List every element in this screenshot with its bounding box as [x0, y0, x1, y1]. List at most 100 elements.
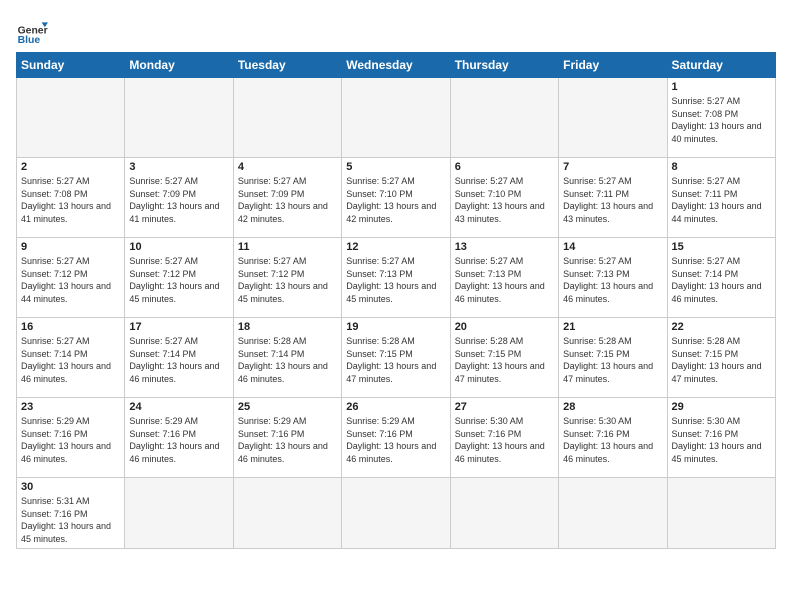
calendar-table: SundayMondayTuesdayWednesdayThursdayFrid… [16, 52, 776, 549]
calendar-cell [233, 78, 341, 158]
calendar-cell: 9 Sunrise: 5:27 AMSunset: 7:12 PMDaylight… [17, 238, 125, 318]
day-number: 12 [346, 241, 445, 253]
logo: General Blue [16, 16, 48, 48]
calendar-week-row: 23Sunrise: 5:29 AMSunset: 7:16 PMDayligh… [17, 398, 776, 478]
day-number: 25 [238, 401, 337, 413]
calendar-cell: 28Sunrise: 5:30 AMSunset: 7:16 PMDayligh… [559, 398, 667, 478]
day-number: 15 [672, 241, 771, 253]
day-info: Sunrise: 5:28 AMSunset: 7:15 PMDaylight:… [346, 335, 445, 385]
calendar-cell [17, 78, 125, 158]
day-info: Sunrise: 5:27 AMSunset: 7:08 PMDaylight:… [21, 175, 120, 225]
calendar-week-row: 2 Sunrise: 5:27 AMSunset: 7:08 PMDaylight… [17, 158, 776, 238]
day-number: 2 [21, 161, 120, 173]
calendar-week-row: 16Sunrise: 5:27 AMSunset: 7:14 PMDayligh… [17, 318, 776, 398]
day-number: 1 [672, 81, 771, 93]
logo-icon: General Blue [16, 16, 48, 48]
weekday-header-tuesday: Tuesday [233, 53, 341, 78]
calendar-cell [450, 478, 558, 549]
day-number: 20 [455, 321, 554, 333]
day-number: 17 [129, 321, 228, 333]
calendar-cell [125, 78, 233, 158]
calendar-cell: 30 Sunrise: 5:31 AMSunset: 7:16 PMDayligh… [17, 478, 125, 549]
calendar-header: General Blue [16, 16, 776, 48]
day-info: Sunrise: 5:29 AMSunset: 7:16 PMDaylight:… [238, 415, 337, 465]
day-info: Sunrise: 5:27 AMSunset: 7:12 PMDaylight:… [21, 255, 120, 305]
day-number: 29 [672, 401, 771, 413]
calendar-cell: 19 Sunrise: 5:28 AMSunset: 7:15 PMDayligh… [342, 318, 450, 398]
calendar-cell: 24 Sunrise: 5:29 AMSunset: 7:16 PMDayligh… [125, 398, 233, 478]
calendar-cell: 15 Sunrise: 5:27 AMSunset: 7:14 PMDayligh… [667, 238, 775, 318]
weekday-header-thursday: Thursday [450, 53, 558, 78]
calendar-cell [125, 478, 233, 549]
day-info: Sunrise: 5:27 AMSunset: 7:12 PMDaylight:… [129, 255, 228, 305]
calendar-week-row: 30 Sunrise: 5:31 AMSunset: 7:16 PMDayligh… [17, 478, 776, 549]
calendar-cell: 23Sunrise: 5:29 AMSunset: 7:16 PMDayligh… [17, 398, 125, 478]
svg-text:Blue: Blue [18, 35, 41, 46]
day-info: Sunrise: 5:29 AMSunset: 7:16 PMDaylight:… [346, 415, 445, 465]
weekday-header-saturday: Saturday [667, 53, 775, 78]
weekday-header-friday: Friday [559, 53, 667, 78]
calendar-cell: 17Sunrise: 5:27 AMSunset: 7:14 PMDayligh… [125, 318, 233, 398]
calendar-cell: 7 Sunrise: 5:27 AMSunset: 7:11 PMDaylight… [559, 158, 667, 238]
day-number: 3 [129, 161, 228, 173]
calendar-cell: 2 Sunrise: 5:27 AMSunset: 7:08 PMDaylight… [17, 158, 125, 238]
calendar-week-row: 1 Sunrise: 5:27 AMSunset: 7:08 PMDaylight… [17, 78, 776, 158]
day-info: Sunrise: 5:31 AMSunset: 7:16 PMDaylight:… [21, 495, 120, 545]
calendar-cell: 22Sunrise: 5:28 AMSunset: 7:15 PMDayligh… [667, 318, 775, 398]
day-number: 14 [563, 241, 662, 253]
calendar-cell [450, 78, 558, 158]
day-number: 28 [563, 401, 662, 413]
calendar-cell: 12 Sunrise: 5:27 AMSunset: 7:13 PMDayligh… [342, 238, 450, 318]
day-info: Sunrise: 5:27 AMSunset: 7:11 PMDaylight:… [672, 175, 771, 225]
calendar-cell [233, 478, 341, 549]
day-number: 9 [21, 241, 120, 253]
calendar-cell: 4Sunrise: 5:27 AMSunset: 7:09 PMDaylight… [233, 158, 341, 238]
day-number: 7 [563, 161, 662, 173]
day-number: 18 [238, 321, 337, 333]
calendar-cell: 8 Sunrise: 5:27 AMSunset: 7:11 PMDaylight… [667, 158, 775, 238]
calendar-cell: 1 Sunrise: 5:27 AMSunset: 7:08 PMDaylight… [667, 78, 775, 158]
day-info: Sunrise: 5:30 AMSunset: 7:16 PMDaylight:… [672, 415, 771, 465]
day-number: 11 [238, 241, 337, 253]
day-info: Sunrise: 5:27 AMSunset: 7:11 PMDaylight:… [563, 175, 662, 225]
weekday-header-monday: Monday [125, 53, 233, 78]
day-number: 26 [346, 401, 445, 413]
calendar-cell [667, 478, 775, 549]
calendar-cell: 18 Sunrise: 5:28 AMSunset: 7:14 PMDayligh… [233, 318, 341, 398]
day-info: Sunrise: 5:29 AMSunset: 7:16 PMDaylight:… [129, 415, 228, 465]
day-info: Sunrise: 5:29 AMSunset: 7:16 PMDaylight:… [21, 415, 120, 465]
day-info: Sunrise: 5:27 AMSunset: 7:13 PMDaylight:… [346, 255, 445, 305]
day-info: Sunrise: 5:27 AMSunset: 7:08 PMDaylight:… [672, 95, 771, 145]
day-info: Sunrise: 5:27 AMSunset: 7:12 PMDaylight:… [238, 255, 337, 305]
day-info: Sunrise: 5:28 AMSunset: 7:15 PMDaylight:… [563, 335, 662, 385]
day-info: Sunrise: 5:27 AMSunset: 7:14 PMDaylight:… [672, 255, 771, 305]
day-info: Sunrise: 5:27 AMSunset: 7:10 PMDaylight:… [455, 175, 554, 225]
day-info: Sunrise: 5:27 AMSunset: 7:13 PMDaylight:… [455, 255, 554, 305]
weekday-header-wednesday: Wednesday [342, 53, 450, 78]
day-number: 19 [346, 321, 445, 333]
day-info: Sunrise: 5:27 AMSunset: 7:13 PMDaylight:… [563, 255, 662, 305]
calendar-cell: 16Sunrise: 5:27 AMSunset: 7:14 PMDayligh… [17, 318, 125, 398]
day-info: Sunrise: 5:30 AMSunset: 7:16 PMDaylight:… [455, 415, 554, 465]
day-number: 27 [455, 401, 554, 413]
day-number: 8 [672, 161, 771, 173]
calendar-cell: 5Sunrise: 5:27 AMSunset: 7:10 PMDaylight… [342, 158, 450, 238]
day-info: Sunrise: 5:28 AMSunset: 7:14 PMDaylight:… [238, 335, 337, 385]
calendar-cell: 10 Sunrise: 5:27 AMSunset: 7:12 PMDayligh… [125, 238, 233, 318]
day-info: Sunrise: 5:27 AMSunset: 7:09 PMDaylight:… [238, 175, 337, 225]
calendar-cell: 25 Sunrise: 5:29 AMSunset: 7:16 PMDayligh… [233, 398, 341, 478]
day-info: Sunrise: 5:28 AMSunset: 7:15 PMDaylight:… [455, 335, 554, 385]
calendar-cell: 21Sunrise: 5:28 AMSunset: 7:15 PMDayligh… [559, 318, 667, 398]
day-number: 30 [21, 481, 120, 493]
day-info: Sunrise: 5:27 AMSunset: 7:10 PMDaylight:… [346, 175, 445, 225]
calendar-cell: 3 Sunrise: 5:27 AMSunset: 7:09 PMDaylight… [125, 158, 233, 238]
calendar-cell: 26 Sunrise: 5:29 AMSunset: 7:16 PMDayligh… [342, 398, 450, 478]
calendar-cell: 27 Sunrise: 5:30 AMSunset: 7:16 PMDayligh… [450, 398, 558, 478]
day-number: 24 [129, 401, 228, 413]
day-info: Sunrise: 5:27 AMSunset: 7:09 PMDaylight:… [129, 175, 228, 225]
day-info: Sunrise: 5:27 AMSunset: 7:14 PMDaylight:… [21, 335, 120, 385]
calendar-cell [342, 478, 450, 549]
calendar-cell: 14 Sunrise: 5:27 AMSunset: 7:13 PMDayligh… [559, 238, 667, 318]
day-info: Sunrise: 5:28 AMSunset: 7:15 PMDaylight:… [672, 335, 771, 385]
day-number: 10 [129, 241, 228, 253]
